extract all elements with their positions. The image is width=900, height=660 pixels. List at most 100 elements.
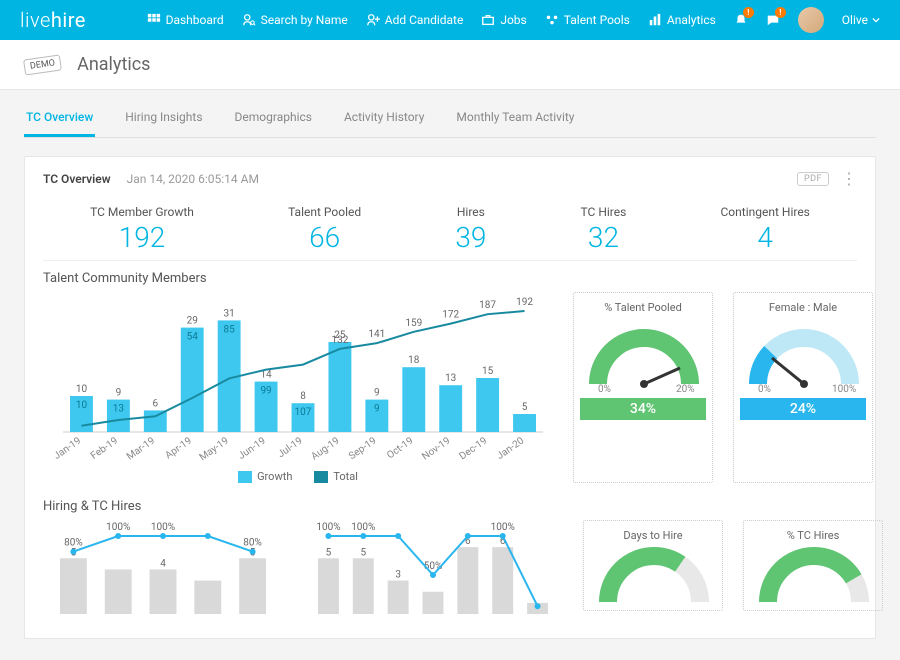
nav-analytics-label: Analytics xyxy=(667,13,716,27)
kpi-label: Contingent Hires xyxy=(721,205,810,219)
kpi-tc-member-growth: TC Member Growth 192 xyxy=(90,205,194,254)
person-plus-icon xyxy=(366,13,380,27)
members-chart: 1010Jan-19913Feb-196Mar-192954Apr-193185… xyxy=(43,292,553,483)
svg-text:8: 8 xyxy=(300,391,306,402)
gauge-right-label: 20% xyxy=(676,384,695,394)
legend-growth: Growth xyxy=(238,470,292,483)
notification-badge-2: ! xyxy=(775,7,786,18)
gauge-pct-tc-hires: % TC Hires xyxy=(743,520,883,611)
gauges-row: % Talent Pooled 0% 20% 34% Female : Male xyxy=(573,292,873,483)
tab-demographics[interactable]: Demographics xyxy=(233,110,314,137)
gauge-svg xyxy=(750,546,876,606)
kpi-value: 32 xyxy=(581,221,627,254)
svg-text:54: 54 xyxy=(187,332,199,343)
svg-text:9: 9 xyxy=(374,404,380,415)
svg-text:85: 85 xyxy=(224,324,236,335)
gauge-title: % TC Hires xyxy=(750,529,876,542)
svg-text:Jan-19: Jan-19 xyxy=(52,435,83,461)
demo-badge: DEMO xyxy=(23,54,62,75)
avatar[interactable] xyxy=(798,7,824,33)
legend-total-label: Total xyxy=(333,470,358,483)
svg-text:99: 99 xyxy=(260,386,271,397)
gauge-left-label: 0% xyxy=(598,384,611,394)
card-header: TC Overview Jan 14, 2020 6:05:14 AM PDF … xyxy=(43,171,857,187)
nav-analytics[interactable]: Analytics xyxy=(648,13,716,27)
gauge-right-label: 100% xyxy=(832,384,856,394)
tab-hiring-insights[interactable]: Hiring Insights xyxy=(123,110,204,137)
tabs: TC Overview Hiring Insights Demographics… xyxy=(24,110,876,138)
kpi-label: TC Member Growth xyxy=(90,205,194,219)
svg-text:6: 6 xyxy=(152,398,158,409)
gauge-days-to-hire: Days to Hire xyxy=(583,520,723,611)
kpi-label: Hires xyxy=(455,205,486,219)
notification-badge-1: ! xyxy=(743,7,754,18)
svg-text:9: 9 xyxy=(374,388,380,399)
tab-monthly-team[interactable]: Monthly Team Activity xyxy=(454,110,576,137)
legend-growth-label: Growth xyxy=(257,470,292,483)
nav-dashboard-label: Dashboard xyxy=(166,13,224,27)
nav-jobs[interactable]: Jobs xyxy=(481,13,526,27)
briefcase-icon xyxy=(481,13,495,27)
kpi-label: TC Hires xyxy=(581,205,627,219)
hiring-chart-title: Hiring & TC Hires xyxy=(43,499,857,514)
tab-tc-overview[interactable]: TC Overview xyxy=(24,110,95,137)
svg-text:100%: 100% xyxy=(151,522,175,533)
more-menu-button[interactable]: ⋮ xyxy=(841,171,857,187)
nav-dashboard[interactable]: Dashboard xyxy=(147,13,224,27)
tab-activity-history[interactable]: Activity History xyxy=(342,110,426,137)
page-title: Analytics xyxy=(77,54,150,75)
swatch-growth xyxy=(238,471,252,483)
svg-text:187: 187 xyxy=(479,300,496,311)
kpi-tc-hires: TC Hires 32 xyxy=(581,205,627,254)
svg-text:5: 5 xyxy=(522,402,528,413)
pools-icon xyxy=(545,13,559,27)
logo-text-2: hire xyxy=(51,8,86,32)
card-actions: PDF ⋮ xyxy=(797,171,857,187)
svg-text:Feb-19: Feb-19 xyxy=(89,435,120,461)
nav-add-candidate[interactable]: Add Candidate xyxy=(366,13,464,27)
svg-text:10: 10 xyxy=(76,400,88,411)
gauge-left-label: 0% xyxy=(758,384,771,394)
export-pdf-button[interactable]: PDF xyxy=(797,172,829,186)
svg-text:100%: 100% xyxy=(316,522,340,533)
members-chart-title: Talent Community Members xyxy=(43,271,857,286)
members-legend: Growth Total xyxy=(43,470,553,483)
kpi-contingent-hires: Contingent Hires4 xyxy=(721,205,810,254)
svg-text:18: 18 xyxy=(408,355,420,366)
kpi-value: 66 xyxy=(288,221,361,254)
timestamp: Jan 14, 2020 6:05:14 AM xyxy=(127,172,259,186)
overview-card: TC Overview Jan 14, 2020 6:05:14 AM PDF … xyxy=(24,156,876,639)
chevron-down-icon xyxy=(872,16,880,24)
gauge-female-male: Female : Male 0% 100% 24% xyxy=(733,292,873,483)
svg-text:100%: 100% xyxy=(106,522,130,533)
svg-text:Jan-20: Jan-20 xyxy=(495,435,527,462)
hiring-chart-left: 54580%100%100%80% xyxy=(43,520,283,624)
kpi-label: Talent Pooled xyxy=(288,205,361,219)
svg-text:15: 15 xyxy=(482,366,494,377)
legend-total: Total xyxy=(314,470,358,483)
svg-text:31: 31 xyxy=(224,308,235,319)
svg-text:May-19: May-19 xyxy=(198,435,231,462)
gauge-title: Days to Hire xyxy=(590,529,716,542)
svg-text:Dec-19: Dec-19 xyxy=(458,435,490,462)
gauge-talent-pooled: % Talent Pooled 0% 20% 34% xyxy=(573,292,713,483)
user-menu[interactable]: Olive xyxy=(842,13,880,27)
notification-chat[interactable]: ! xyxy=(766,13,780,27)
notification-bell[interactable]: ! xyxy=(734,13,748,27)
hiring-chart-right: 55366100%100%50%100% xyxy=(303,520,563,624)
logo-text-1: live xyxy=(20,8,51,32)
kpi-value: 39 xyxy=(455,221,486,254)
svg-text:192: 192 xyxy=(516,297,533,308)
kpi-value: 192 xyxy=(90,221,194,254)
svg-text:Apr-19: Apr-19 xyxy=(163,435,193,461)
svg-text:Mar-19: Mar-19 xyxy=(125,435,157,462)
hiring-left-svg: 54580%100%100%80% xyxy=(43,520,283,620)
nav-search[interactable]: Search by Name xyxy=(242,13,348,27)
svg-text:4: 4 xyxy=(160,559,166,570)
nav-talent-pools[interactable]: Talent Pools xyxy=(545,13,630,27)
gauge-svg: 0% 20% xyxy=(580,318,706,394)
swatch-total xyxy=(314,471,328,483)
content: TC Overview Hiring Insights Demographics… xyxy=(0,90,900,659)
members-chart-svg: 1010Jan-19913Feb-196Mar-192954Apr-193185… xyxy=(43,292,553,462)
kpi-talent-pooled: Talent Pooled 66 xyxy=(288,205,361,254)
